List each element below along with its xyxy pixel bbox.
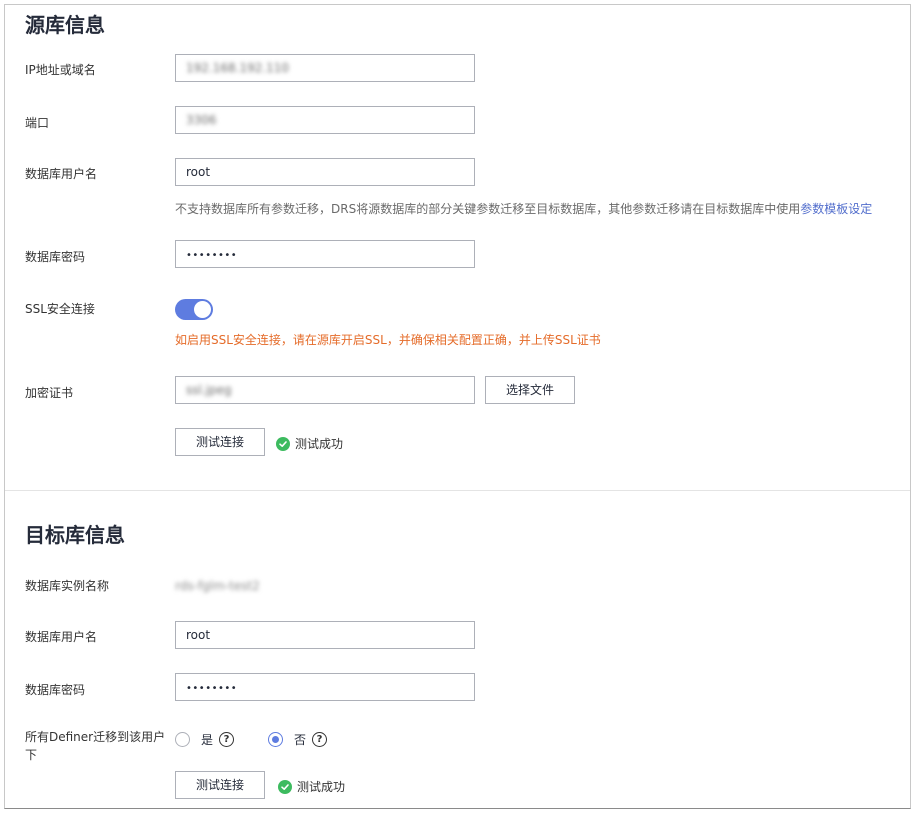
cert-input[interactable]: ssl.jpeg <box>175 376 475 404</box>
source-test-status-text: 测试成功 <box>295 437 344 451</box>
help-circle-icon[interactable]: ? <box>219 732 235 747</box>
target-test-status: 测试成功 <box>278 779 345 795</box>
ssl-label: SSL安全连接 <box>25 302 95 316</box>
definer-radio-group: 是 ? 否 ? <box>175 731 328 748</box>
instance-value: rds-fglm-test2 <box>175 579 260 593</box>
source-test-status: 测试成功 <box>276 436 343 452</box>
source-password-input[interactable]: •••••••• <box>175 240 475 268</box>
definer-label: 所有Definer迁移到该用户下 <box>25 730 166 762</box>
section-divider <box>5 490 910 491</box>
check-circle-icon <box>276 437 290 451</box>
help-circle-icon[interactable]: ? <box>312 732 328 747</box>
port-value: 3306 <box>186 113 217 127</box>
target-test-connection-button[interactable]: 测试连接 <box>175 771 265 799</box>
definer-no-radio[interactable] <box>268 732 284 747</box>
instance-label: 数据库实例名称 <box>25 579 110 593</box>
ssl-toggle-knob <box>194 301 211 318</box>
ip-input[interactable]: 192.168.192.110 <box>175 54 475 82</box>
select-file-button[interactable]: 选择文件 <box>485 376 575 404</box>
source-username-input[interactable]: root <box>175 158 475 186</box>
target-password-label: 数据库密码 <box>25 683 86 697</box>
param-template-link[interactable]: 参数模板设定 <box>800 202 872 216</box>
ip-label: IP地址或域名 <box>25 63 96 77</box>
param-hint-text: 不支持数据库所有参数迁移，DRS将源数据库的部分关键参数迁移至目标数据库，其他参… <box>175 202 801 216</box>
source-password-label: 数据库密码 <box>25 250 86 264</box>
cert-value: ssl.jpeg <box>186 383 232 397</box>
target-password-input[interactable]: •••••••• <box>175 673 475 701</box>
source-test-connection-button[interactable]: 测试连接 <box>175 428 265 456</box>
definer-yes-label[interactable]: 是 <box>201 731 213 748</box>
target-username-input[interactable]: root <box>175 621 475 649</box>
source-username-value: root <box>186 165 211 179</box>
target-username-label: 数据库用户名 <box>25 630 98 644</box>
definer-no-label[interactable]: 否 <box>294 731 306 748</box>
target-password-value: •••••••• <box>186 683 238 694</box>
target-test-status-text: 测试成功 <box>297 780 346 794</box>
param-hint: 不支持数据库所有参数迁移，DRS将源数据库的部分关键参数迁移至目标数据库，其他参… <box>175 201 872 217</box>
ssl-toggle[interactable] <box>175 299 213 320</box>
radio-selected-dot <box>272 736 280 743</box>
definer-yes-radio[interactable] <box>175 732 190 747</box>
source-password-value: •••••••• <box>186 250 238 261</box>
ssl-warning: 如启用SSL安全连接，请在源库开启SSL，并确保相关配置正确，并上传SSL证书 <box>175 333 601 347</box>
cert-label: 加密证书 <box>25 386 74 400</box>
target-section-title: 目标库信息 <box>25 523 125 547</box>
port-input[interactable]: 3306 <box>175 106 475 134</box>
port-label: 端口 <box>25 116 50 130</box>
target-username-value: root <box>186 628 211 642</box>
source-section-title: 源库信息 <box>25 13 105 37</box>
source-username-label: 数据库用户名 <box>25 167 98 181</box>
check-circle-icon <box>278 780 292 794</box>
ip-value: 192.168.192.110 <box>186 61 290 75</box>
